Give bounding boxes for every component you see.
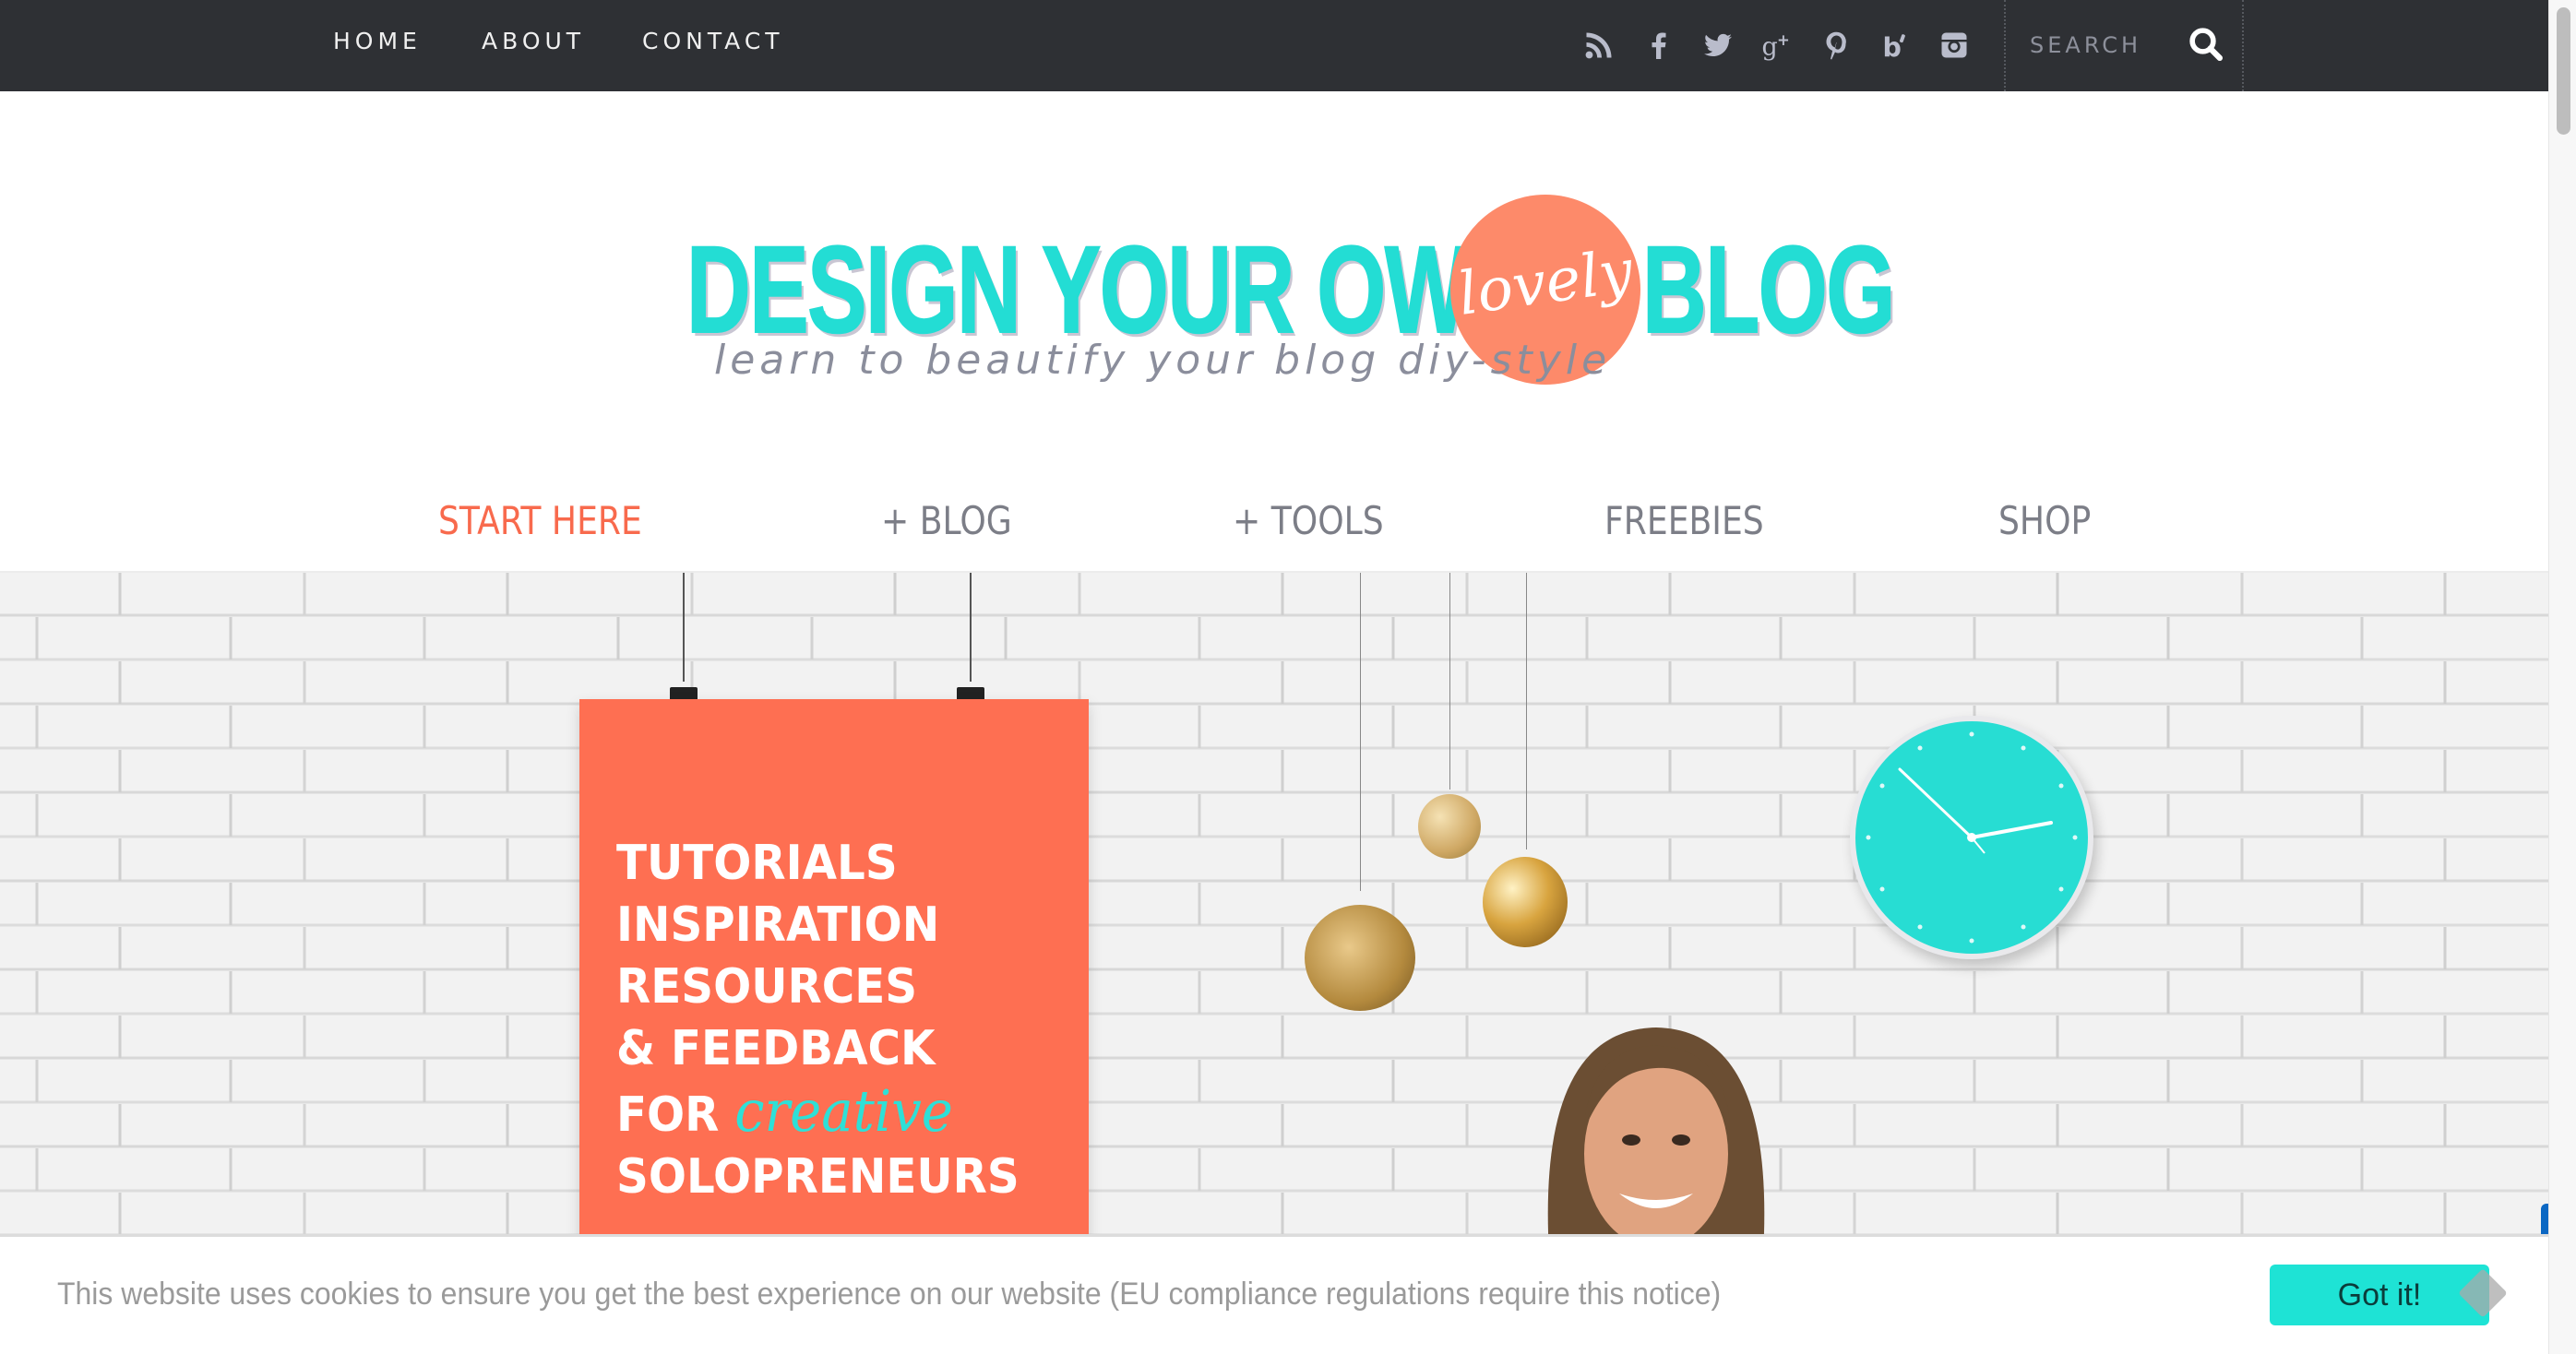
top-bar: HOME ABOUT CONTACT g + b — [0, 0, 2548, 91]
facebook-icon[interactable] — [1640, 26, 1677, 65]
gold-ornament-small — [1418, 794, 1481, 859]
hero-poster: TUTORIALS INSPIRATION RESOURCES & FEEDBA… — [579, 699, 1089, 1234]
poster-for-word: FOR — [616, 1087, 720, 1143]
bloglovin-icon[interactable]: b — [1877, 26, 1914, 65]
ornament-string — [1360, 573, 1361, 891]
twitter-icon[interactable] — [1699, 26, 1736, 65]
cookie-accept-button[interactable]: Got it! — [2270, 1265, 2489, 1325]
gold-ornament-shiny — [1483, 857, 1568, 947]
gold-ornament-large — [1305, 905, 1415, 1011]
main-nav-blog[interactable]: + BLOG — [881, 498, 1012, 543]
poster-line: TUTORIALS — [616, 836, 898, 891]
poster-line-for: FOR creative — [616, 1080, 1020, 1146]
poster-string-left — [683, 573, 685, 682]
brick-wall-background — [0, 573, 2548, 1234]
rss-icon[interactable] — [1580, 26, 1617, 65]
search-divider-right — [2242, 0, 2244, 91]
site-logo[interactable]: DESIGN YOUR OWN lovely BLOG learn to bea… — [683, 184, 1896, 406]
main-nav-tools[interactable]: + TOOLS — [1233, 498, 1384, 543]
poster-line: INSPIRATION — [616, 897, 940, 953]
search-divider-left — [2004, 0, 2006, 91]
main-nav-freebies[interactable]: FREEBIES — [1604, 498, 1764, 543]
svg-text:b: b — [1883, 32, 1902, 62]
author-photo — [1547, 1027, 1765, 1234]
page-scrollbar[interactable] — [2548, 0, 2576, 1354]
ornament-string — [1449, 573, 1450, 790]
instagram-icon[interactable] — [1936, 26, 1973, 65]
svg-text:g: g — [1762, 33, 1778, 62]
poster-text: TUTORIALS INSPIRATION RESOURCES & FEEDBA… — [616, 833, 1020, 1208]
poster-string-right — [970, 573, 972, 682]
ornament-string — [1526, 573, 1527, 849]
main-nav-start-here[interactable]: START HERE — [438, 498, 642, 543]
hero-banner[interactable]: TUTORIALS INSPIRATION RESOURCES & FEEDBA… — [0, 573, 2548, 1234]
google-plus-icon[interactable]: g + — [1759, 26, 1795, 65]
top-nav-home[interactable]: HOME — [333, 28, 422, 54]
poster-script-word: creative — [734, 1077, 953, 1145]
pinterest-icon[interactable] — [1818, 26, 1854, 65]
top-nav-about[interactable]: ABOUT — [482, 28, 585, 54]
search-icon — [2189, 27, 2224, 61]
scrollbar-thumb[interactable] — [2557, 7, 2570, 135]
cookie-notice-text: This website uses cookies to ensure you … — [57, 1277, 1722, 1312]
search-button[interactable] — [2185, 24, 2227, 66]
cookie-notice-bar: This website uses cookies to ensure you … — [0, 1234, 2548, 1354]
svg-text:+: + — [1777, 31, 1790, 49]
logo-title-right: BLOG — [1641, 220, 1896, 360]
poster-line: RESOURCES — [616, 959, 918, 1015]
top-nav-contact[interactable]: CONTACT — [642, 28, 784, 54]
main-nav-shop[interactable]: SHOP — [1998, 498, 2091, 543]
search-input[interactable] — [2030, 26, 2168, 65]
logo-tagline: learn to beautify your blog diy-style — [714, 337, 1612, 384]
clock-face — [1866, 731, 2078, 944]
poster-line: SOLOPRENEURS — [616, 1149, 1020, 1205]
poster-line: & FEEDBACK — [616, 1021, 936, 1076]
wall-clock — [1850, 716, 2093, 959]
